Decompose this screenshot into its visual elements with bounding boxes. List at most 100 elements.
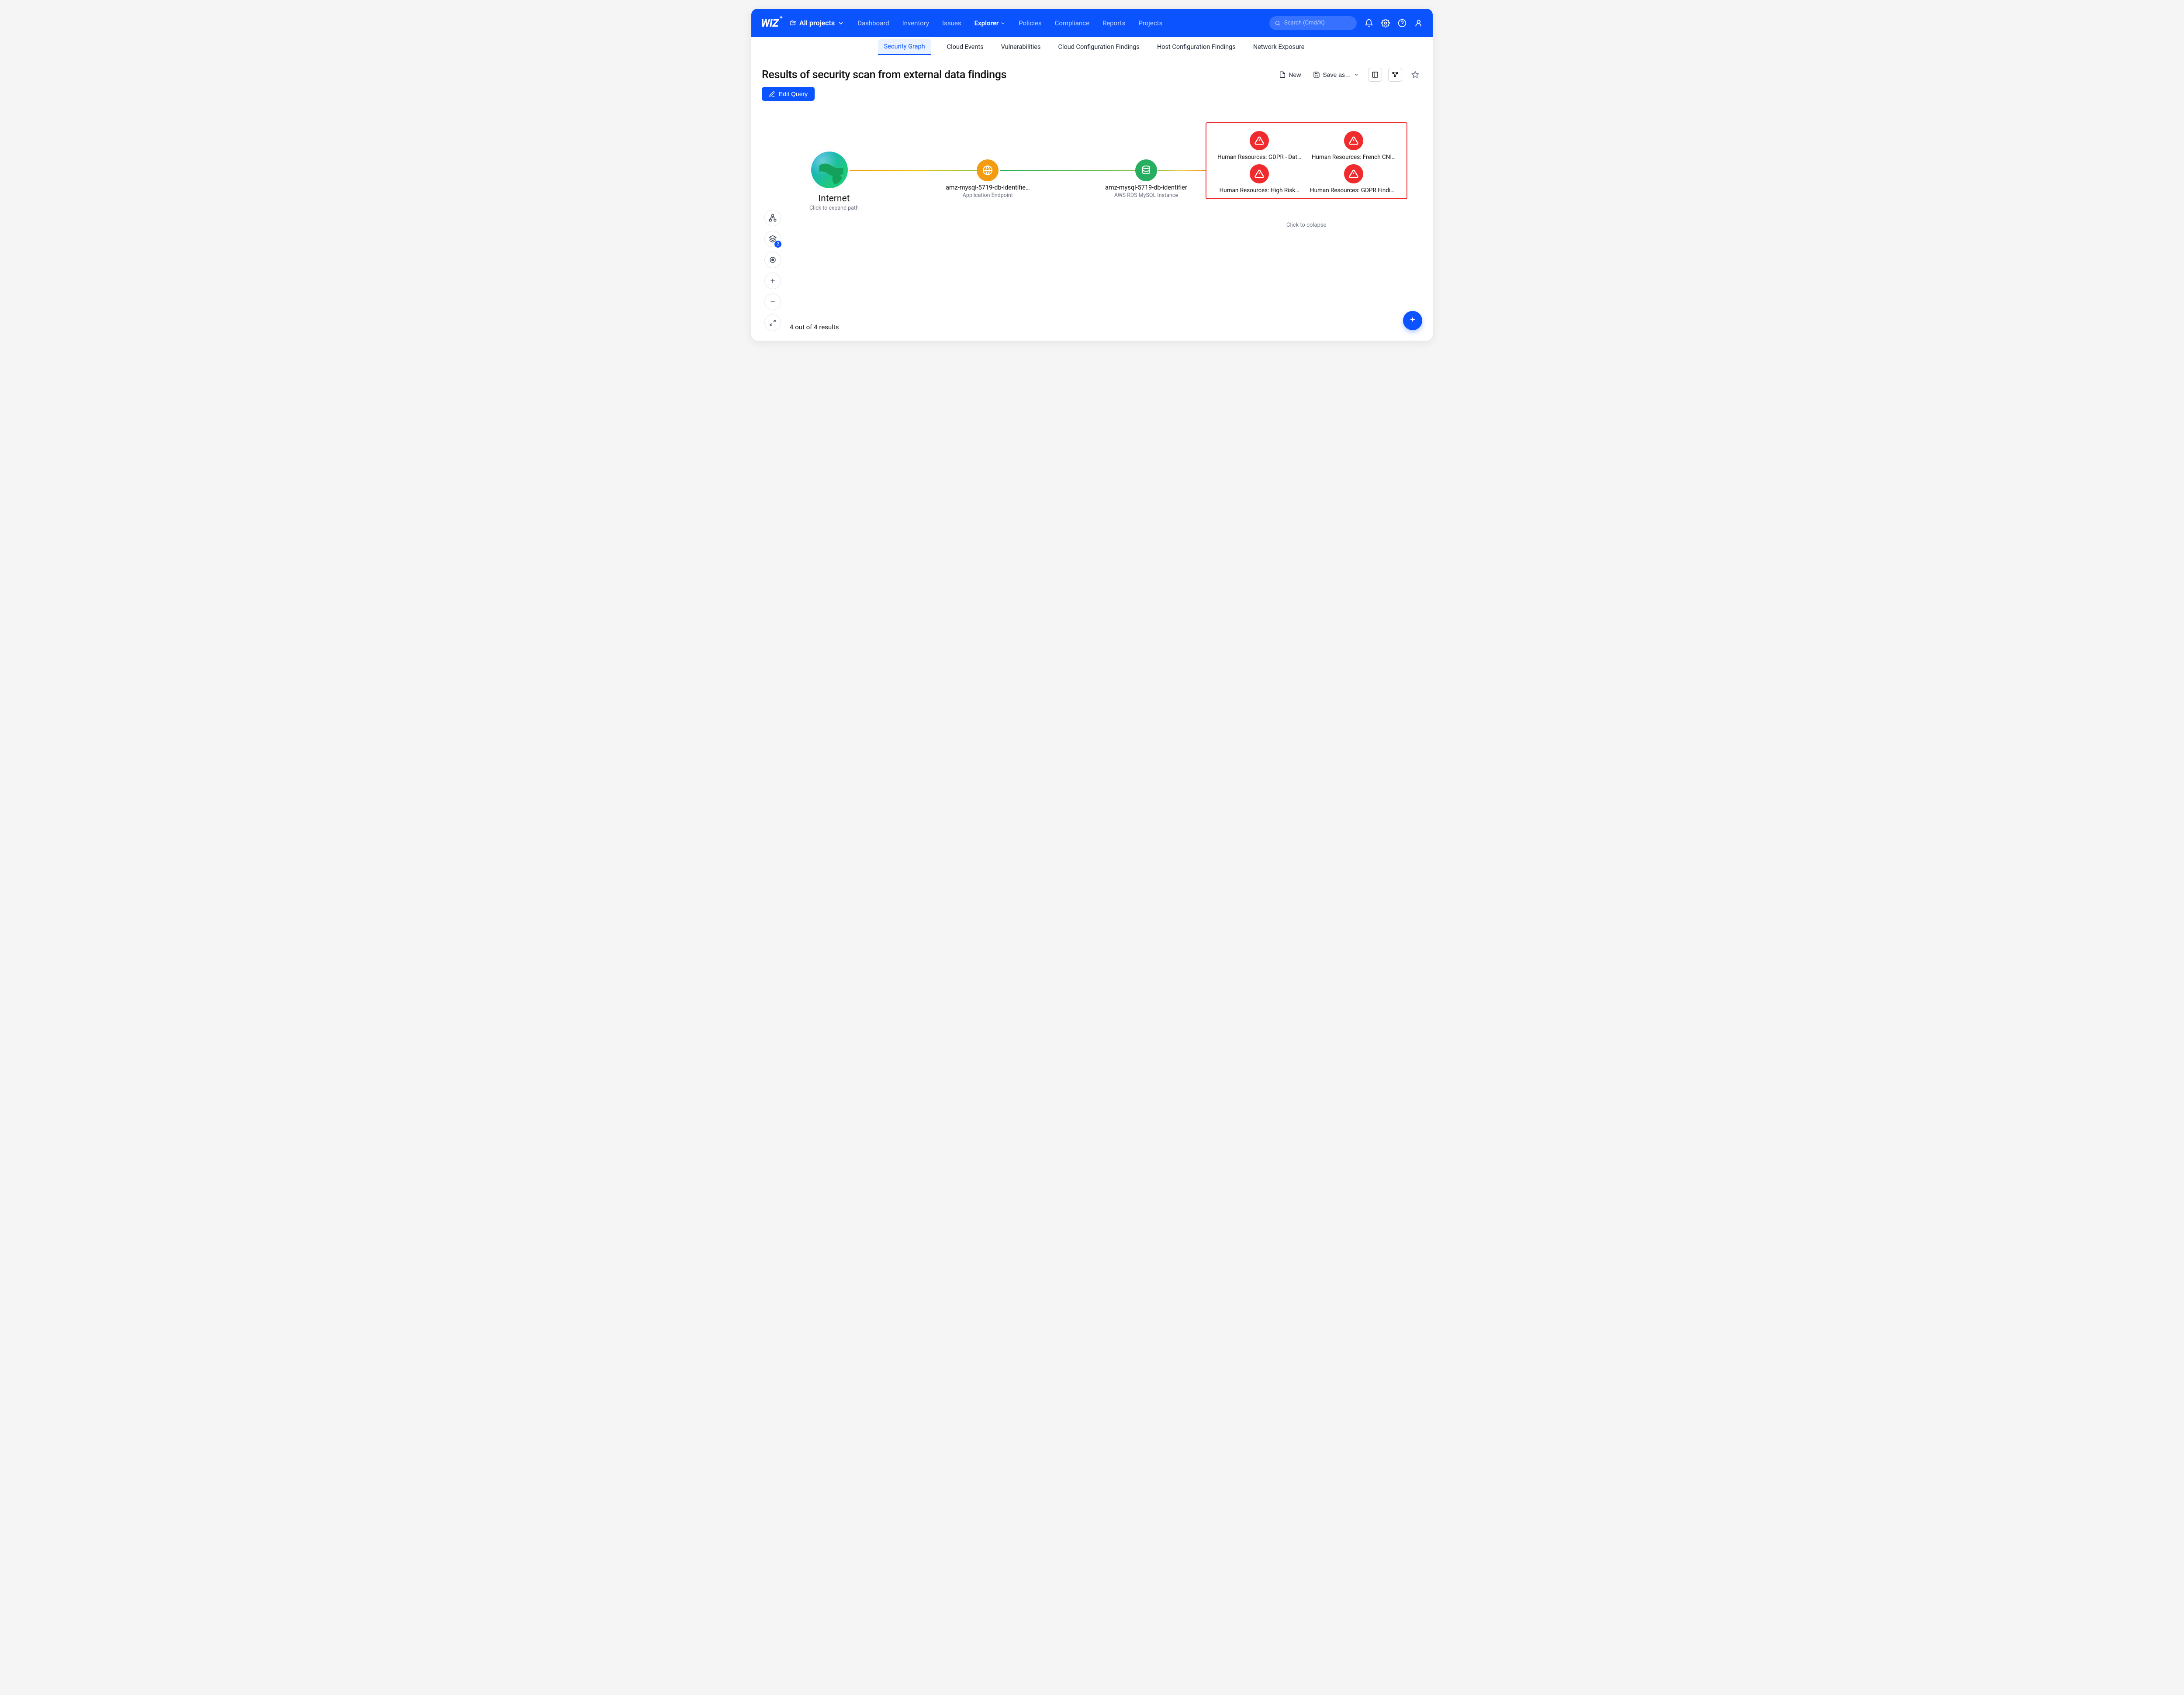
center-tool[interactable] <box>764 252 781 268</box>
edit-query-button[interactable]: Edit Query <box>762 87 815 101</box>
node-internet-hint: Click to expand path <box>809 205 859 211</box>
globe-icon <box>809 150 850 190</box>
finding-label: Human Resources: GDPR - Dat… <box>1217 154 1301 161</box>
nav-projects[interactable]: Projects <box>1138 19 1162 27</box>
search-icon <box>1275 20 1281 26</box>
alert-icon <box>1344 164 1363 183</box>
layers-badge: 2 <box>774 241 781 248</box>
tab-cloud-config-findings[interactable]: Cloud Configuration Findings <box>1057 38 1141 56</box>
finding-item[interactable]: Human Resources: High Risk… <box>1216 164 1303 194</box>
file-icon <box>1279 71 1286 78</box>
node-database-title: amz-mysql-5719-db-identifier <box>1105 184 1187 191</box>
new-button[interactable]: New <box>1276 69 1304 80</box>
page-header: Results of security scan from external d… <box>751 57 1433 82</box>
nav-explorer-label: Explorer <box>975 19 999 27</box>
canvas-tools: 2 <box>764 210 781 331</box>
save-as-button[interactable]: Save as… <box>1310 69 1362 80</box>
pencil-icon <box>769 91 775 97</box>
sparkle-icon <box>1408 316 1417 325</box>
alert-icon <box>1344 131 1363 150</box>
help-icon <box>1398 19 1406 28</box>
project-picker[interactable]: All projects <box>790 19 844 27</box>
fullscreen-tool[interactable] <box>764 314 781 331</box>
tab-network-exposure[interactable]: Network Exposure <box>1251 38 1306 56</box>
folders-icon <box>790 20 797 27</box>
layers-tool[interactable]: 2 <box>764 231 781 247</box>
node-endpoint[interactable]: amz-mysql-5719-db-identifie… Application… <box>946 159 1030 199</box>
edit-query-label: Edit Query <box>779 90 808 97</box>
nav-reports[interactable]: Reports <box>1102 19 1125 27</box>
node-internet[interactable]: Internet Click to expand path <box>809 150 859 211</box>
sidebar-icon <box>1372 71 1379 78</box>
project-picker-label: All projects <box>799 19 835 27</box>
chevron-down-icon <box>1354 72 1359 77</box>
results-count: 4 out of 4 results <box>790 323 839 331</box>
node-endpoint-sub: Application Endpoint <box>946 192 1030 199</box>
tab-cloud-events[interactable]: Cloud Events <box>945 38 985 56</box>
layout-tool[interactable] <box>764 210 781 226</box>
topbar-right: Search (Cmd/K) <box>1269 16 1423 30</box>
nav-explorer[interactable]: Explorer <box>975 19 1006 27</box>
primary-nav: Dashboard Inventory Issues Explorer Poli… <box>857 19 1162 27</box>
tab-security-graph[interactable]: Security Graph <box>878 39 931 55</box>
node-internet-title: Internet <box>809 193 859 204</box>
alert-icon <box>1250 131 1269 150</box>
panel-toggle-button[interactable] <box>1368 68 1382 82</box>
save-icon <box>1313 71 1320 78</box>
plus-icon <box>769 277 776 284</box>
zoom-in-tool[interactable] <box>764 273 781 289</box>
expand-icon <box>769 319 776 326</box>
nav-compliance[interactable]: Compliance <box>1055 19 1089 27</box>
bell-icon <box>1365 19 1373 28</box>
collapse-hint: Click to colapse <box>1286 222 1327 228</box>
finding-label: Human Resources: French CNI… <box>1312 154 1396 161</box>
chevron-down-icon <box>837 20 844 27</box>
help-button[interactable] <box>1398 19 1406 28</box>
user-icon <box>1414 19 1423 28</box>
minus-icon <box>769 298 776 305</box>
alert-icon <box>1250 164 1269 183</box>
search-input[interactable]: Search (Cmd/K) <box>1269 16 1357 30</box>
finding-item[interactable]: Human Resources: GDPR - Dat… <box>1216 131 1303 161</box>
app-frame: WIZ All projects Dashboard Inventory Iss… <box>751 9 1433 341</box>
nav-policies[interactable]: Policies <box>1019 19 1041 27</box>
finding-label: Human Resources: GDPR Findings <box>1310 187 1397 194</box>
page-title: Results of security scan from external d… <box>762 69 1006 81</box>
star-icon <box>1411 71 1419 79</box>
ai-assistant-fab[interactable] <box>1403 311 1422 330</box>
node-database-sub: AWS RDS MySQL Instance <box>1105 192 1187 199</box>
page-actions: New Save as… <box>1276 68 1422 82</box>
search-placeholder: Search (Cmd/K) <box>1284 20 1325 26</box>
tab-vulnerabilities[interactable]: Vulnerabilities <box>999 38 1043 56</box>
new-button-label: New <box>1289 71 1301 78</box>
nav-dashboard[interactable]: Dashboard <box>857 19 889 27</box>
wiz-logo: WIZ <box>761 17 778 29</box>
finding-item[interactable]: Human Resources: GDPR Findings <box>1310 164 1397 194</box>
finding-item[interactable]: Human Resources: French CNI… <box>1310 131 1397 161</box>
notifications-button[interactable] <box>1365 19 1373 28</box>
graph-canvas[interactable]: Internet Click to expand path amz-mysql-… <box>751 100 1433 328</box>
zoom-out-tool[interactable] <box>764 293 781 310</box>
gear-icon <box>1381 19 1390 28</box>
finding-label: Human Resources: High Risk… <box>1220 187 1299 194</box>
graph-view-button[interactable] <box>1388 68 1402 82</box>
node-database[interactable]: amz-mysql-5719-db-identifier AWS RDS MyS… <box>1105 159 1187 199</box>
nav-issues[interactable]: Issues <box>942 19 961 27</box>
endpoint-icon <box>977 159 999 181</box>
explorer-subnav: Security Graph Cloud Events Vulnerabilit… <box>751 37 1433 57</box>
nav-inventory[interactable]: Inventory <box>902 19 929 27</box>
hierarchy-icon <box>769 214 777 222</box>
target-icon <box>769 256 777 264</box>
settings-button[interactable] <box>1381 19 1390 28</box>
globe-grid-icon <box>982 165 993 176</box>
graph-icon <box>1392 71 1399 78</box>
chevron-down-icon <box>1000 21 1006 26</box>
findings-group[interactable]: Human Resources: GDPR - Dat… Human Resou… <box>1206 122 1407 199</box>
topbar: WIZ All projects Dashboard Inventory Iss… <box>751 9 1433 37</box>
tab-host-config-findings[interactable]: Host Configuration Findings <box>1155 38 1237 56</box>
database-icon <box>1135 159 1157 181</box>
favorite-button[interactable] <box>1408 68 1422 82</box>
account-button[interactable] <box>1414 19 1423 28</box>
save-as-button-label: Save as… <box>1323 71 1351 78</box>
node-endpoint-title: amz-mysql-5719-db-identifie… <box>946 184 1030 191</box>
